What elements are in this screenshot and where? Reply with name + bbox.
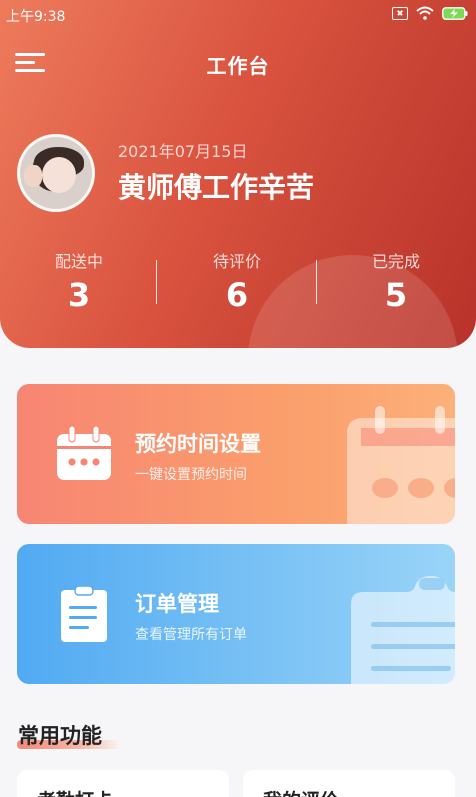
divider [156,260,157,304]
stat-label: 已完成 [371,252,420,271]
card-subtitle: 一键设置预约时间 [135,467,247,483]
stat-value: 6 [225,276,249,314]
header-banner: 上午9:38 工作台 2021年07月15日 黄师傅工作辛苦 配送中 3 待评价… [0,0,476,348]
page-title: 工作台 [206,54,270,78]
wifi-icon [416,6,434,20]
order-management-card[interactable]: 订单管理 查看管理所有订单 [17,544,455,684]
stat-completed[interactable]: 已完成 5 [317,248,475,314]
current-date: 2021年07月15日 [118,142,248,161]
no-sim-icon [392,6,408,20]
attendance-checkin-button[interactable]: 考勤打卡 [17,770,229,797]
card-subtitle: 查看管理所有订单 [135,627,247,643]
avatar[interactable] [17,134,95,212]
status-time: 上午9:38 [6,9,66,25]
my-reviews-button[interactable]: 我的评价 [243,770,455,797]
appointment-setting-card[interactable]: 预约时间设置 一键设置预约时间 [17,384,455,524]
stat-label: 待评价 [212,252,261,271]
calendar-icon [57,426,111,480]
stat-value: 3 [67,276,91,314]
stat-label: 配送中 [54,252,103,271]
stat-pending-review[interactable]: 待评价 6 [158,248,316,314]
status-bar: 上午9:38 [0,0,476,28]
clipboard-bg-icon [351,576,455,684]
status-icons [392,6,468,20]
section-title: 常用功能 [18,724,102,748]
clipboard-icon [61,586,107,642]
function-label: 我的评价 [263,786,339,797]
function-label: 考勤打卡 [37,786,113,797]
battery-charging-icon [442,6,468,20]
card-title: 预约时间设置 [135,432,261,456]
stat-delivering[interactable]: 配送中 3 [0,248,158,314]
calendar-bg-icon [347,406,455,524]
card-title: 订单管理 [135,592,219,616]
stat-value: 5 [384,276,408,314]
greeting-text: 黄师傅工作辛苦 [118,171,315,204]
